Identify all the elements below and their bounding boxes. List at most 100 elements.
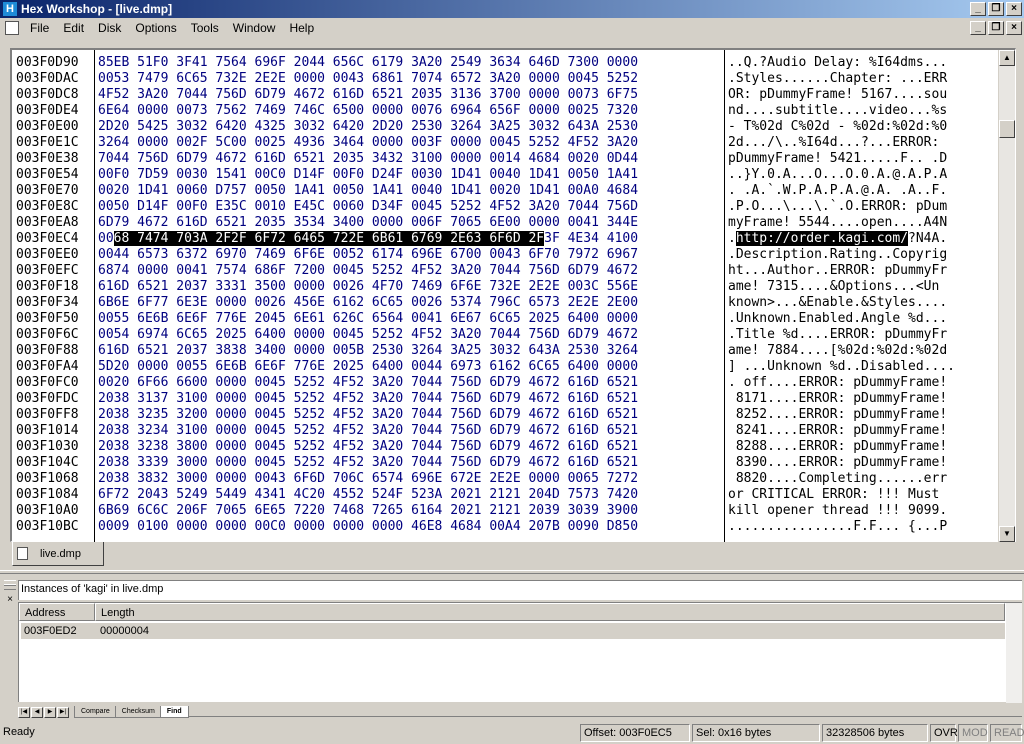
tab-compare[interactable]: Compare — [74, 706, 117, 718]
minimize-button[interactable]: _ — [970, 2, 986, 16]
hex-row-ascii[interactable]: ................F.F... {...P — [728, 519, 994, 535]
results-scrollbar[interactable] — [1006, 603, 1022, 703]
hex-row-bytes[interactable]: 3264 0000 002F 5C00 0025 4936 3464 0000 … — [98, 135, 723, 151]
hex-row-ascii[interactable]: 8820....Completing......err — [728, 471, 994, 487]
hex-row-bytes[interactable]: 6D79 4672 616D 6521 2035 3534 3400 0000 … — [98, 215, 723, 231]
hex-row-bytes[interactable]: 0068 7474 703A 2F2F 6F72 6465 722E 6B61 … — [98, 231, 723, 247]
menu-edit[interactable]: Edit — [56, 18, 91, 38]
first-tab-icon[interactable]: |◀ — [18, 707, 30, 718]
hex-row-ascii[interactable]: 8171....ERROR: pDummyFrame! — [728, 391, 994, 407]
hex-row-ascii[interactable]: myFrame! 5544....open....A4N — [728, 215, 994, 231]
hex-row-ascii[interactable]: or CRITICAL ERROR: !!! Must — [728, 487, 994, 503]
hex-column[interactable]: 85EB 51F0 3F41 7564 696F 2044 656C 6179 … — [98, 55, 723, 535]
hex-row-bytes[interactable]: 2D20 5425 3032 6420 4325 3032 6420 2D20 … — [98, 119, 723, 135]
menu-window[interactable]: Window — [226, 18, 283, 38]
hex-row-ascii[interactable]: . off....ERROR: pDummyFrame! — [728, 375, 994, 391]
hex-row-bytes[interactable]: 2038 3832 3000 0000 0043 6F6D 706C 6574 … — [98, 471, 723, 487]
title-bar[interactable]: H Hex Workshop - [live.dmp] _ ❐ × — [0, 0, 1024, 18]
hex-row-bytes[interactable]: 85EB 51F0 3F41 7564 696F 2044 656C 6179 … — [98, 55, 723, 71]
vertical-scrollbar[interactable]: ▲ ▼ — [998, 50, 1015, 542]
hex-row-ascii[interactable]: kill opener thread !!! 9099. — [728, 503, 994, 519]
hex-row-ascii[interactable]: ..}Y.0.A...O...O.0.A.@.A.P.A — [728, 167, 994, 183]
hex-row-ascii[interactable]: .Unknown.Enabled.Angle %d... — [728, 311, 994, 327]
hex-row-ascii[interactable]: .http://order.kagi.com/?N4A. — [728, 231, 994, 247]
doc-minimize-button[interactable]: _ — [970, 21, 986, 35]
document-icon[interactable] — [5, 21, 19, 35]
pane-splitter[interactable] — [0, 570, 1024, 574]
hex-row-ascii[interactable]: 8241....ERROR: pDummyFrame! — [728, 423, 994, 439]
hex-row-ascii[interactable]: 8252....ERROR: pDummyFrame! — [728, 407, 994, 423]
table-row[interactable]: 003F0ED2 00000004 — [21, 623, 1005, 639]
hex-row-bytes[interactable]: 5D20 0000 0055 6E6B 6E6F 776E 2025 6400 … — [98, 359, 723, 375]
menu-tools[interactable]: Tools — [184, 18, 226, 38]
hex-row-bytes[interactable]: 0053 7479 6C65 732E 2E2E 0000 0043 6861 … — [98, 71, 723, 87]
hex-row-bytes[interactable]: 7044 756D 6D79 4672 616D 6521 2035 3432 … — [98, 151, 723, 167]
hex-row-ascii[interactable]: . .A.`.W.P.A.P.A.@.A. .A..F. — [728, 183, 994, 199]
hex-row-ascii[interactable]: 2d.../\..%I64d...?...ERROR: — [728, 135, 994, 151]
close-pane-icon[interactable]: × — [4, 594, 16, 606]
hex-row-bytes[interactable]: 0050 D14F 00F0 E35C 0010 E45C 0060 D34F … — [98, 199, 723, 215]
hex-row-ascii[interactable]: ..Q.?Audio Delay: %I64dms... — [728, 55, 994, 71]
hex-row-bytes[interactable]: 2038 3234 3100 0000 0045 5252 4F52 3A20 … — [98, 423, 723, 439]
last-tab-icon[interactable]: ▶| — [57, 707, 69, 718]
hex-row-bytes[interactable]: 6F72 2043 5249 5449 4341 4C20 4552 524F … — [98, 487, 723, 503]
hex-row-bytes[interactable]: 00F0 7D59 0030 1541 00C0 D14F 00F0 D24F … — [98, 167, 723, 183]
next-tab-icon[interactable]: ▶ — [44, 707, 56, 718]
hex-row-bytes[interactable]: 616D 6521 2037 3838 3400 0000 005B 2530 … — [98, 343, 723, 359]
hex-row-ascii[interactable]: .Styles......Chapter: ...ERR — [728, 71, 994, 87]
hex-row-bytes[interactable]: 2038 3235 3200 0000 0045 5252 4F52 3A20 … — [98, 407, 723, 423]
scroll-down-icon[interactable]: ▼ — [999, 526, 1015, 542]
hex-row-ascii[interactable]: .Title %d....ERROR: pDummyFr — [728, 327, 994, 343]
hex-row-ascii[interactable]: 8390....ERROR: pDummyFrame! — [728, 455, 994, 471]
hex-editor[interactable]: 003F0D90 003F0DAC 003F0DC8 003F0DE4 003F0E00… — [10, 48, 1016, 542]
hex-row-ascii[interactable]: OR: pDummyFrame! 5167....sou — [728, 87, 994, 103]
column-header-address[interactable]: Address — [19, 603, 95, 621]
column-divider — [94, 50, 95, 542]
hex-row-ascii[interactable]: pDummyFrame! 5421.....F.. .D — [728, 151, 994, 167]
grip-icon[interactable] — [4, 584, 16, 590]
hex-row-bytes[interactable]: 616D 6521 2037 3331 3500 0000 0026 4F70 … — [98, 279, 723, 295]
tab-live-dmp[interactable]: live.dmp — [12, 542, 104, 566]
menu-options[interactable]: Options — [128, 18, 183, 38]
menu-disk[interactable]: Disk — [91, 18, 128, 38]
hex-row-bytes[interactable]: 0020 6F66 6600 0000 0045 5252 4F52 3A20 … — [98, 375, 723, 391]
prev-tab-icon[interactable]: ◀ — [31, 707, 43, 718]
hex-row-bytes[interactable]: 2038 3339 3000 0000 0045 5252 4F52 3A20 … — [98, 455, 723, 471]
hex-row-bytes[interactable]: 4F52 3A20 7044 756D 6D79 4672 616D 6521 … — [98, 87, 723, 103]
hex-row-ascii[interactable]: nd....subtitle....video...%s — [728, 103, 994, 119]
hex-row-ascii[interactable]: - T%02d C%02d - %02d:%02d:%0 — [728, 119, 994, 135]
hex-row-bytes[interactable]: 6B6E 6F77 6E3E 0000 0026 456E 6162 6C65 … — [98, 295, 723, 311]
tab-checksum[interactable]: Checksum — [114, 706, 162, 718]
results-grid[interactable]: Address Length 003F0ED2 00000004 — [18, 602, 1022, 703]
hex-row-address: 003F0E8C — [16, 199, 79, 214]
hex-row-ascii[interactable]: .Description.Rating..Copyrig — [728, 247, 994, 263]
hex-row-bytes[interactable]: 6E64 0000 0073 7562 7469 746C 6500 0000 … — [98, 103, 723, 119]
column-header-length[interactable]: Length — [95, 603, 1005, 621]
menu-file[interactable]: File — [23, 18, 56, 38]
doc-close-button[interactable]: × — [1006, 21, 1022, 35]
hex-row-bytes[interactable]: 2038 3238 3800 0000 0045 5252 4F52 3A20 … — [98, 439, 723, 455]
hex-row-bytes[interactable]: 6B69 6C6C 206F 7065 6E65 7220 7468 7265 … — [98, 503, 723, 519]
scroll-thumb[interactable] — [999, 120, 1015, 138]
menu-help[interactable]: Help — [282, 18, 321, 38]
hex-row-ascii[interactable]: 8288....ERROR: pDummyFrame! — [728, 439, 994, 455]
hex-row-bytes[interactable]: 0055 6E6B 6E6F 776E 2045 6E61 626C 6564 … — [98, 311, 723, 327]
hex-row-ascii[interactable]: ] ...Unknown %d..Disabled.... — [728, 359, 994, 375]
hex-row-bytes[interactable]: 0044 6573 6372 6970 7469 6F6E 0052 6174 … — [98, 247, 723, 263]
hex-row-bytes[interactable]: 0009 0100 0000 0000 00C0 0000 0000 0000 … — [98, 519, 723, 535]
close-button[interactable]: × — [1006, 2, 1022, 16]
hex-row-bytes[interactable]: 6874 0000 0041 7574 686F 7200 0045 5252 … — [98, 263, 723, 279]
hex-row-ascii[interactable]: ame! 7315....&Options...<Un — [728, 279, 994, 295]
scroll-up-icon[interactable]: ▲ — [999, 50, 1015, 66]
doc-restore-button[interactable]: ❐ — [988, 21, 1004, 35]
hex-row-ascii[interactable]: known>...&Enable.&Styles.... — [728, 295, 994, 311]
hex-row-bytes[interactable]: 0054 6974 6C65 2025 6400 0000 0045 5252 … — [98, 327, 723, 343]
hex-row-ascii[interactable]: .P.O...\...\.`.O.ERROR: pDum — [728, 199, 994, 215]
hex-row-ascii[interactable]: ht...Author..ERROR: pDummyFr — [728, 263, 994, 279]
ascii-column[interactable]: ..Q.?Audio Delay: %I64dms... .Styles.....… — [728, 55, 994, 535]
restore-button[interactable]: ❐ — [988, 2, 1004, 16]
hex-row-ascii[interactable]: ame! 7884....[%02d:%02d:%02d — [728, 343, 994, 359]
hex-row-bytes[interactable]: 0020 1D41 0060 D757 0050 1A41 0050 1A41 … — [98, 183, 723, 199]
hex-row-bytes[interactable]: 2038 3137 3100 0000 0045 5252 4F52 3A20 … — [98, 391, 723, 407]
tab-find[interactable]: Find — [159, 706, 189, 718]
